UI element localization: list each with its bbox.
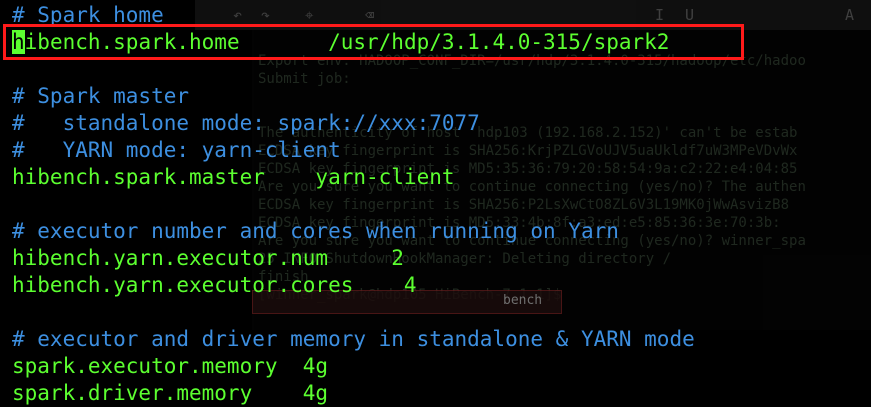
highlight-box (3, 24, 744, 60)
editor-setting-line: hibench.yarn.executor.num 2 (12, 246, 404, 270)
editor-setting-line: hibench.spark.master yarn-client (12, 165, 455, 189)
vim-editor[interactable]: # Spark home hibench.spark.home /usr/hdp/… (0, 0, 871, 405)
editor-setting-line: spark.executor.memory 4g (12, 354, 329, 378)
editor-comment-line: # executor and driver memory in standalo… (12, 327, 695, 351)
editor-comment-line: # standalone mode: spark://xxx:7077 (12, 111, 480, 135)
editor-comment-line: # Spark master (12, 84, 190, 108)
editor-setting-line: spark.driver.memory 4g (12, 381, 329, 405)
editor-comment-line: # executor number and cores when running… (12, 219, 619, 243)
editor-comment-line: # YARN mode: yarn-client (12, 138, 341, 162)
editor-setting-line: hibench.yarn.executor.cores 4 (12, 273, 417, 297)
